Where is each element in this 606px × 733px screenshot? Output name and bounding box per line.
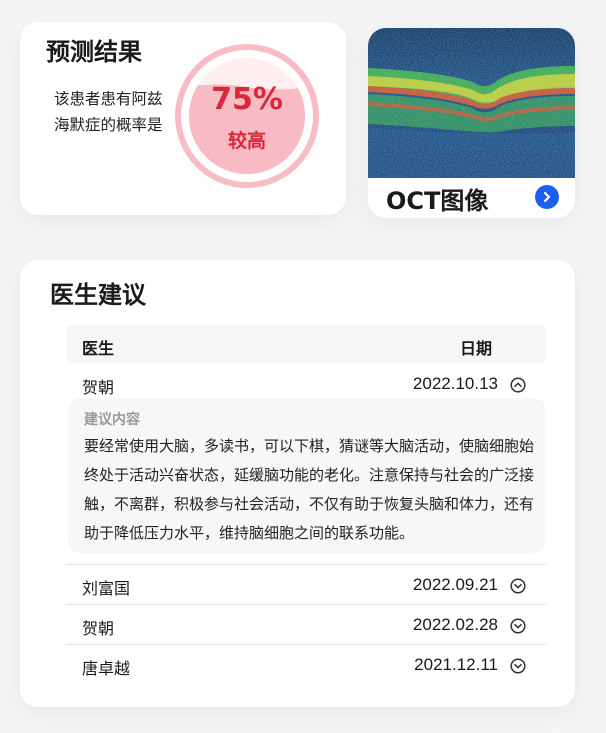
probability-value: 75% xyxy=(211,82,283,117)
chevron-right-icon xyxy=(543,191,551,203)
advice-row[interactable]: 贺朝 2022.02.28 xyxy=(66,604,546,644)
advice-row[interactable]: 唐卓越 2021.12.11 xyxy=(66,644,546,684)
row-doctor: 贺朝 xyxy=(82,378,115,397)
row-doctor: 贺朝 xyxy=(82,619,115,638)
column-date: 日期 xyxy=(460,339,493,358)
advice-detail: 建议内容 要经常使用大脑，多读书，可以下棋，猜谜等大脑活动，使脑细胞始终处于活动… xyxy=(68,398,546,553)
chevron-down-icon[interactable] xyxy=(510,618,526,634)
detail-content: 要经常使用大脑，多读书，可以下棋，猜谜等大脑活动，使脑细胞始终处于活动兴奋状态，… xyxy=(84,437,535,542)
chevron-down-icon[interactable] xyxy=(510,658,526,674)
oct-scan-image xyxy=(368,28,575,178)
prediction-card: 预测结果 该患者患有阿兹海默症的概率是 75% 较高 xyxy=(20,22,346,215)
oct-label: OCT图像 xyxy=(386,187,489,215)
row-date: 2022.09.21 xyxy=(412,575,498,594)
column-doctor: 医生 xyxy=(82,339,115,358)
row-doctor: 唐卓越 xyxy=(82,659,131,678)
prediction-description: 该患者患有阿兹海默症的概率是 xyxy=(54,90,163,134)
row-date: 2021.12.11 xyxy=(414,655,498,674)
table-header: 医生 日期 xyxy=(66,325,546,363)
oct-open-button[interactable] xyxy=(535,185,559,209)
advice-title: 医生建议 xyxy=(50,281,146,309)
probability-level: 较高 xyxy=(227,130,266,152)
chevron-down-icon[interactable] xyxy=(510,578,526,594)
row-doctor: 刘富国 xyxy=(82,579,131,598)
oct-card[interactable]: OCT图像 xyxy=(368,28,575,218)
detail-label: 建议内容 xyxy=(84,412,140,428)
advice-row[interactable]: 刘富国 2022.09.21 xyxy=(66,564,546,604)
row-date: 2022.02.28 xyxy=(412,615,498,634)
prediction-title: 预测结果 xyxy=(46,38,142,66)
row-date: 2022.10.13 xyxy=(412,374,498,393)
chevron-up-icon[interactable] xyxy=(510,377,526,393)
advice-card: 医生建议 医生 日期 贺朝 2022.10.13 建议内容 要经常使用大脑，多读… xyxy=(20,260,575,707)
